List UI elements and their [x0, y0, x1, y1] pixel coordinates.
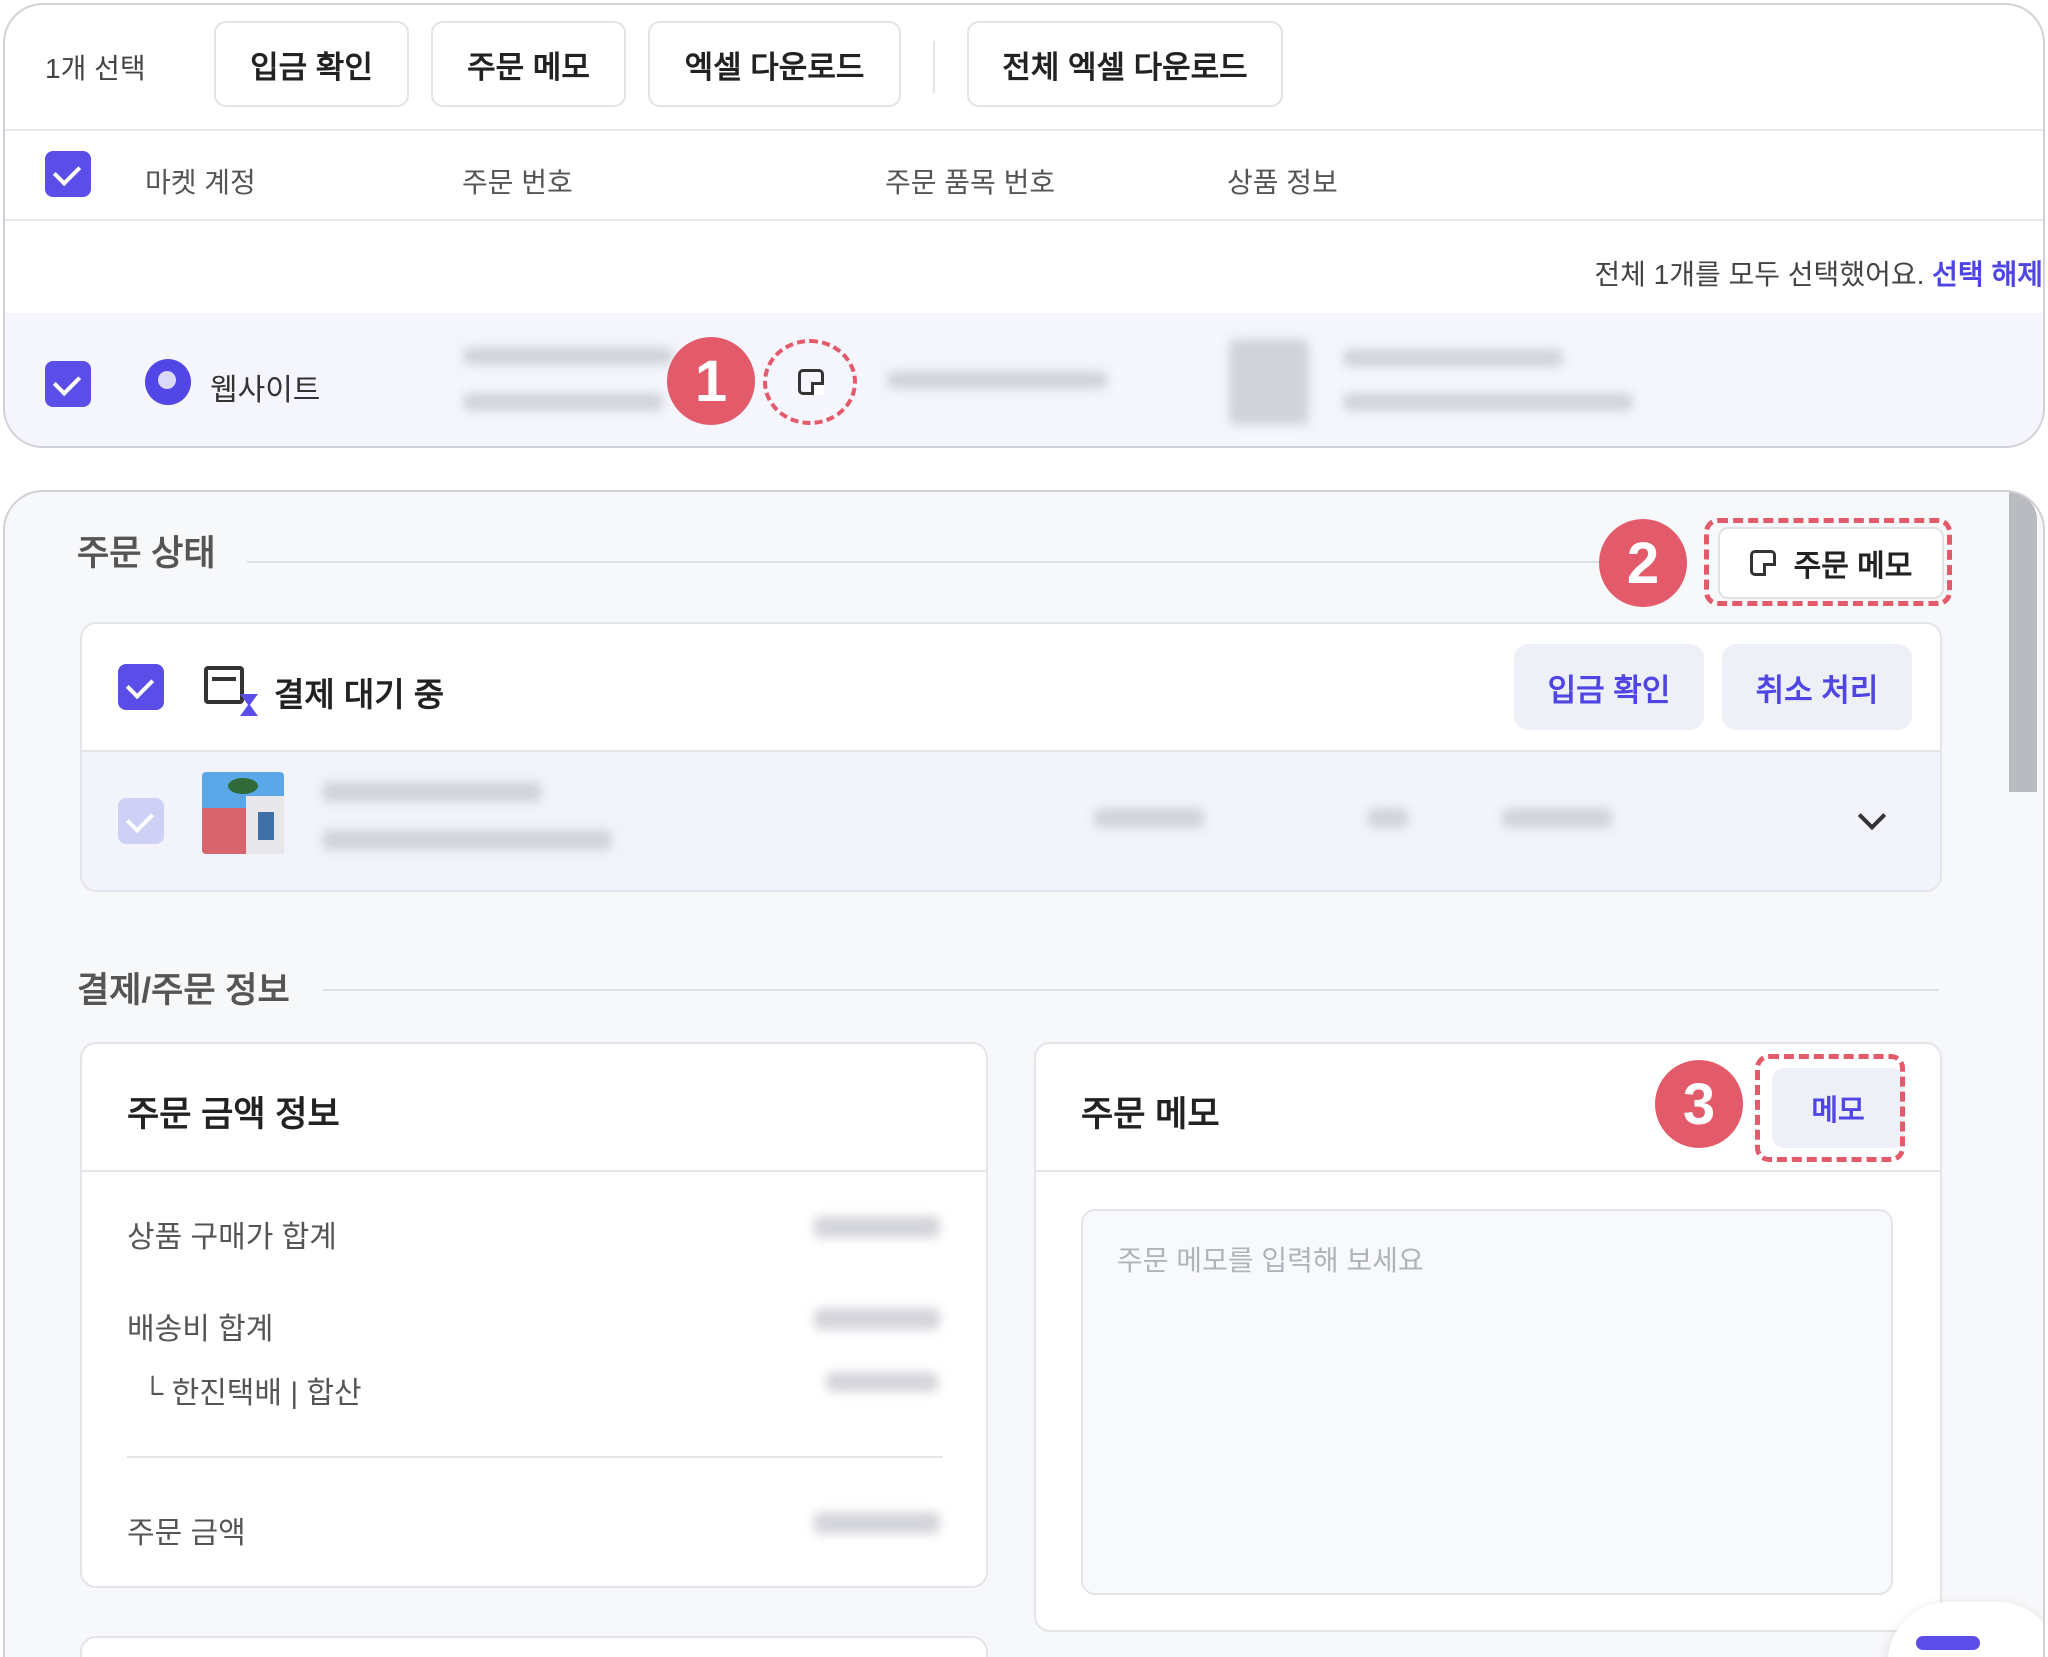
product-row[interactable]	[82, 752, 1940, 890]
amount-card-title: 주문 금액 정보	[127, 1095, 340, 1134]
order-memo-toolbar-button[interactable]: 주문 메모	[431, 21, 626, 107]
order-list-panel: 1개 선택 입금 확인 주문 메모 엑셀 다운로드 전체 엑셀 다운로드 마켓 …	[3, 3, 2045, 448]
amount-card-header: 주문 금액 정보	[82, 1044, 986, 1172]
order-amount-value-blurred	[814, 1512, 940, 1534]
order-memo-button[interactable]: 주문 메모	[1718, 527, 1944, 599]
selected-count: 1개 선택	[45, 53, 146, 84]
step-marker-2: 2	[1599, 519, 1687, 607]
selection-notice-row: 전체 1개를 모두 선택했어요. 선택 해제	[5, 223, 2043, 315]
product-option-blurred	[1343, 393, 1633, 411]
highlight-box-3	[1755, 1054, 1905, 1162]
website-icon	[145, 359, 191, 405]
product-total-value-blurred	[814, 1216, 940, 1238]
scrollbar-thumb[interactable]	[2009, 492, 2037, 792]
courier-value-blurred	[826, 1372, 938, 1392]
status-header: 결제 대기 중 입금 확인 취소 처리	[82, 624, 1940, 752]
step-marker-1: 1	[667, 337, 755, 425]
step-marker-3: 3	[1655, 1060, 1743, 1148]
order-memo-textarea[interactable]	[1081, 1209, 1893, 1595]
market-account-label: 웹사이트	[210, 374, 321, 407]
line-total-blurred	[1502, 808, 1612, 828]
courier-label: └ 한진택배 | 합산	[142, 1377, 362, 1410]
product-thumbnail-blurred	[1229, 339, 1309, 425]
header-order-item-number: 주문 품목 번호	[885, 167, 1056, 198]
order-detail-panel: 주문 상태 2 주문 메모 결제 대기 중 입금 확인 취소 처리 결제/주문 …	[3, 490, 2045, 1657]
product-total-label: 상품 구매가 합계	[127, 1221, 337, 1254]
table-header: 마켓 계정 주문 번호 주문 품목 번호 상품 정보	[5, 129, 2043, 221]
all-excel-download-button[interactable]: 전체 엑셀 다운로드	[967, 21, 1283, 107]
unit-price-blurred	[1094, 808, 1204, 828]
shipping-total-label: 배송비 합계	[127, 1313, 274, 1346]
table-row[interactable]: 웹사이트 1	[5, 313, 2043, 446]
section-divider	[247, 561, 1607, 563]
product-checkbox[interactable]	[118, 798, 164, 844]
product-thumbnail	[202, 772, 284, 854]
chevron-down-icon[interactable]	[1857, 801, 1887, 831]
header-market-account: 마켓 계정	[145, 167, 256, 198]
order-item-number-blurred	[887, 371, 1107, 389]
order-memo-button-label: 주문 메모	[1793, 550, 1913, 583]
quantity-blurred	[1368, 808, 1408, 828]
header-order-number: 주문 번호	[462, 167, 573, 198]
deselect-link[interactable]: 선택 해제	[1932, 259, 2043, 290]
order-amount-label: 주문 금액	[127, 1517, 246, 1550]
shipping-total-value-blurred	[814, 1308, 940, 1330]
select-all-checkbox[interactable]	[45, 151, 91, 197]
status-deposit-confirm-button[interactable]: 입금 확인	[1514, 644, 1704, 730]
cancel-button[interactable]: 취소 처리	[1722, 644, 1912, 730]
order-date-blurred	[463, 393, 663, 411]
memo-icon[interactable]	[798, 369, 824, 395]
bulk-action-toolbar: 1개 선택 입금 확인 주문 메모 엑셀 다운로드 전체 엑셀 다운로드	[5, 5, 2043, 129]
excel-download-button[interactable]: 엑셀 다운로드	[648, 21, 901, 107]
toolbar-divider	[933, 41, 935, 93]
next-card-edge	[80, 1636, 988, 1657]
order-status-card: 결제 대기 중 입금 확인 취소 처리	[80, 622, 1942, 892]
section-divider	[323, 989, 1939, 991]
row-checkbox[interactable]	[45, 361, 91, 407]
status-checkbox[interactable]	[118, 664, 164, 710]
status-label: 결제 대기 중	[274, 676, 445, 713]
select-all-notice: 전체 1개를 모두 선택했어요.	[1594, 259, 1925, 290]
order-number-blurred	[463, 347, 673, 365]
deposit-confirm-button[interactable]: 입금 확인	[214, 21, 409, 107]
selection-notice: 전체 1개를 모두 선택했어요. 선택 해제	[1594, 253, 2043, 293]
order-status-title: 주문 상태	[77, 534, 216, 573]
order-amount-card: 주문 금액 정보 상품 구매가 합계 배송비 합계 └ 한진택배 | 합산 주문…	[80, 1042, 988, 1588]
memo-icon	[1749, 550, 1776, 576]
product-option-blurred	[322, 830, 612, 850]
product-name-blurred	[322, 782, 542, 802]
product-name-blurred	[1343, 349, 1563, 367]
amount-divider	[127, 1456, 943, 1458]
payment-pending-icon	[204, 666, 258, 716]
header-product-info: 상품 정보	[1227, 167, 1338, 198]
payment-order-info-title: 결제/주문 정보	[77, 971, 290, 1010]
memo-card-title: 주문 메모	[1081, 1095, 1220, 1134]
